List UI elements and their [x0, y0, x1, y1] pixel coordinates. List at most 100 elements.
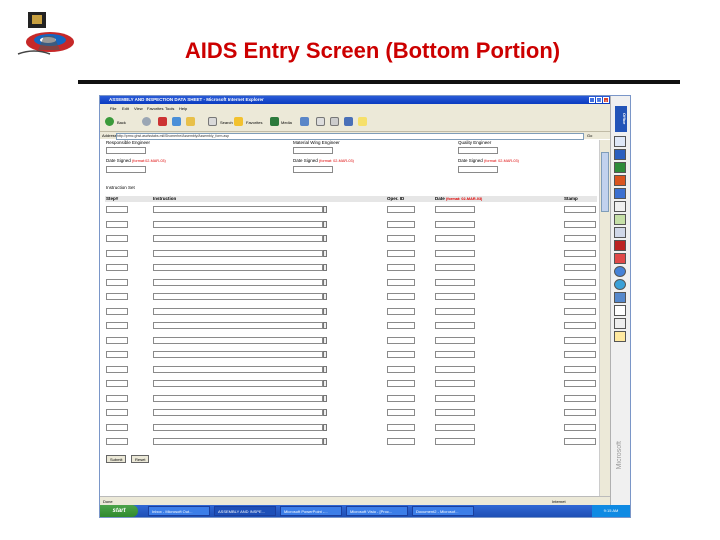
instruction-scroll-control[interactable] [323, 293, 327, 300]
stamp-input[interactable] [564, 409, 596, 416]
date-input[interactable] [435, 206, 475, 213]
instruction-scroll-control[interactable] [323, 380, 327, 387]
taskbar-item-word[interactable]: Document2 - Microsof... [412, 506, 474, 516]
oper-id-input[interactable] [387, 409, 415, 416]
home-icon[interactable] [186, 117, 195, 126]
date-input[interactable] [435, 293, 475, 300]
step-input[interactable] [106, 351, 128, 358]
oper-id-input[interactable] [387, 220, 415, 228]
stamp-input[interactable] [564, 278, 596, 286]
step-input[interactable] [106, 380, 128, 387]
date-input[interactable] [435, 394, 475, 402]
instruction-scroll-control[interactable] [323, 365, 327, 373]
oper-id-input[interactable] [387, 293, 415, 300]
oper-id-input[interactable] [387, 235, 415, 242]
outlook-icon[interactable] [614, 188, 626, 199]
menu-help[interactable]: Help [179, 106, 187, 111]
print-icon[interactable] [330, 117, 339, 126]
instruction-scroll-control[interactable] [323, 307, 327, 315]
taskbar-item-powerpoint[interactable]: Microsoft PowerPoint -... [280, 506, 342, 516]
menu-favorites[interactable]: Favorites [147, 106, 163, 111]
taskbar-item-outlook[interactable]: Inbox - Microsoft Out... [148, 506, 210, 516]
step-input[interactable] [106, 220, 128, 228]
date-input[interactable] [435, 365, 475, 373]
page-scrollbar[interactable] [599, 140, 610, 496]
address-input[interactable]: http://prmc.ghst.ascfsstabs.mil/Shomerhe… [116, 133, 584, 140]
mail-icon[interactable] [316, 117, 325, 126]
step-input[interactable] [106, 336, 128, 344]
oper-id-input[interactable] [387, 351, 415, 358]
date-input[interactable] [435, 307, 475, 315]
access-icon[interactable] [614, 240, 626, 251]
date-signed-input-3[interactable] [458, 166, 498, 173]
instruction-scroll-control[interactable] [323, 409, 327, 416]
instruction-scroll-control[interactable] [323, 278, 327, 286]
oper-id-input[interactable] [387, 278, 415, 286]
date-signed-input-1[interactable] [106, 166, 146, 173]
oper-id-input[interactable] [387, 380, 415, 387]
material-wing-engineer-input[interactable] [293, 147, 333, 154]
step-input[interactable] [106, 409, 128, 416]
stamp-input[interactable] [564, 438, 596, 445]
instruction-input[interactable] [153, 278, 323, 286]
oper-id-input[interactable] [387, 394, 415, 402]
stamp-input[interactable] [564, 365, 596, 373]
instruction-input[interactable] [153, 423, 323, 431]
oper-id-input[interactable] [387, 307, 415, 315]
stamp-input[interactable] [564, 322, 596, 329]
step-input[interactable] [106, 394, 128, 402]
instruction-input[interactable] [153, 293, 323, 300]
step-input[interactable] [106, 307, 128, 315]
instruction-input[interactable] [153, 249, 323, 257]
step-input[interactable] [106, 423, 128, 431]
date-input[interactable] [435, 423, 475, 431]
menu-file[interactable]: File [110, 106, 116, 111]
instruction-input[interactable] [153, 235, 323, 242]
date-input[interactable] [435, 278, 475, 286]
calendar-icon[interactable] [614, 201, 626, 212]
taskbar-item-visio[interactable]: Microsoft Visio - [Proc... [346, 506, 408, 516]
stamp-input[interactable] [564, 220, 596, 228]
frontpage-icon[interactable] [614, 292, 626, 303]
stamp-input[interactable] [564, 423, 596, 431]
oper-id-input[interactable] [387, 365, 415, 373]
quality-engineer-input[interactable] [458, 147, 498, 154]
instruction-scroll-control[interactable] [323, 438, 327, 445]
search-icon[interactable] [208, 117, 217, 126]
close-button[interactable]: × [603, 97, 609, 103]
instruction-scroll-control[interactable] [323, 351, 327, 358]
stop-icon[interactable] [158, 117, 167, 126]
stamp-input[interactable] [564, 293, 596, 300]
stamp-input[interactable] [564, 249, 596, 257]
date-input[interactable] [435, 264, 475, 271]
back-arrow-icon[interactable] [105, 117, 114, 126]
date-input[interactable] [435, 351, 475, 358]
contacts-icon[interactable] [614, 214, 626, 225]
favorites-star-icon[interactable] [234, 117, 243, 126]
instruction-input[interactable] [153, 322, 323, 329]
search-label[interactable]: Search [220, 120, 233, 125]
powerpoint-icon[interactable] [614, 175, 626, 186]
instruction-scroll-control[interactable] [323, 206, 327, 213]
media-icon[interactable] [270, 117, 279, 126]
refresh-icon[interactable] [172, 117, 181, 126]
stamp-input[interactable] [564, 394, 596, 402]
tasks-icon[interactable] [614, 227, 626, 238]
oper-id-input[interactable] [387, 206, 415, 213]
instruction-input[interactable] [153, 365, 323, 373]
start-button[interactable]: start [100, 505, 138, 517]
date-input[interactable] [435, 438, 475, 445]
stamp-input[interactable] [564, 206, 596, 213]
edit-icon[interactable] [344, 117, 353, 126]
favorites-label[interactable]: Favorites [246, 120, 262, 125]
instruction-input[interactable] [153, 206, 323, 213]
stamp-input[interactable] [564, 380, 596, 387]
scrollbar-thumb[interactable] [601, 152, 609, 212]
step-input[interactable] [106, 438, 128, 445]
stamp-input[interactable] [564, 307, 596, 315]
excel-icon[interactable] [614, 162, 626, 173]
instruction-input[interactable] [153, 394, 323, 402]
instruction-scroll-control[interactable] [323, 235, 327, 242]
instruction-input[interactable] [153, 264, 323, 271]
step-input[interactable] [106, 278, 128, 286]
